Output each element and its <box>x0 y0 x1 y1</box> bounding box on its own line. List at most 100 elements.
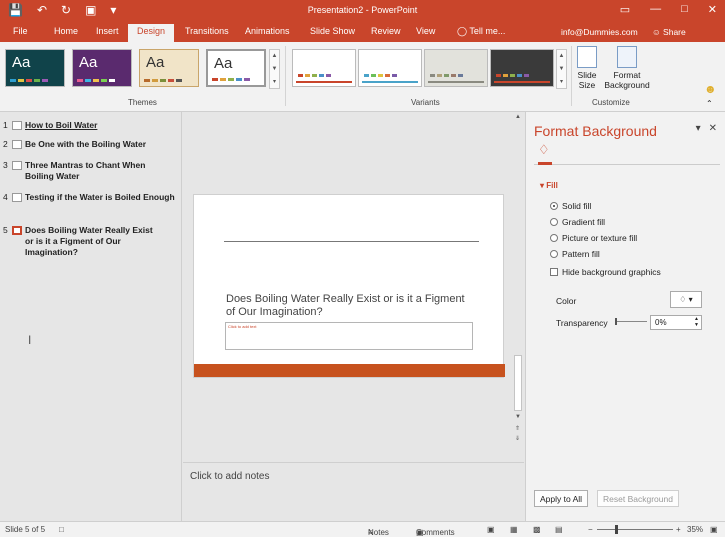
tab-home[interactable]: Home <box>54 26 78 36</box>
apply-to-all-button[interactable]: Apply to All <box>534 490 589 507</box>
theme-color-strip <box>10 79 48 82</box>
collapse-ribbon-icon[interactable]: ⌃ <box>706 99 713 108</box>
zoom-handle[interactable] <box>615 525 618 534</box>
slider-handle[interactable] <box>615 318 617 325</box>
notes-label: Notes <box>368 528 389 537</box>
pane-close-icon[interactable]: ✕ <box>709 123 717 134</box>
slide-icon <box>12 193 22 202</box>
theme-thumb-2[interactable]: Aa <box>72 49 132 87</box>
slide-size-button[interactable]: Slide Size <box>575 46 599 90</box>
pane-tab-divider <box>534 164 720 165</box>
spelling-icon[interactable]: □ <box>59 525 64 534</box>
zoom-slider[interactable] <box>597 525 673 534</box>
previous-slide-icon[interactable]: ⇑ <box>515 425 520 432</box>
maximize-icon[interactable]: □ <box>681 3 688 16</box>
customize-group-label: Customize <box>592 98 630 107</box>
zoom-level[interactable]: 35% <box>687 525 703 534</box>
fit-slide-icon[interactable]: ▣ <box>710 525 718 534</box>
normal-view-icon[interactable]: ▣ <box>487 525 495 534</box>
scroll-thumb[interactable] <box>514 355 522 411</box>
variant-thumb-4[interactable] <box>490 49 554 87</box>
next-slide-icon[interactable]: ⇓ <box>515 435 520 442</box>
tab-insert[interactable]: Insert <box>96 26 119 36</box>
variant-color-strip <box>364 74 397 77</box>
radio-solid-fill[interactable]: Solid fill <box>550 201 591 211</box>
color-picker-button[interactable]: ♢ ▾ <box>670 291 702 308</box>
slide-icon <box>12 140 22 149</box>
variant-accent-line <box>296 81 352 83</box>
outline-title: How to Boil Water <box>25 120 98 130</box>
zoom-in-icon[interactable]: + <box>676 525 681 534</box>
paint-bucket-icon: ♢ ▾ <box>679 295 693 304</box>
variant-thumb-2[interactable] <box>358 49 422 87</box>
slide-title[interactable]: Does Boiling Water Really Exist or is it… <box>226 293 466 319</box>
outline-title: Be One with the Boiling Water <box>25 139 147 149</box>
theme-thumb-4[interactable]: Aa <box>206 49 266 87</box>
subtitle-placeholder[interactable]: Click to add text <box>225 322 473 350</box>
minimize-icon[interactable]: — <box>650 3 661 16</box>
tab-file[interactable]: File <box>13 26 28 36</box>
variant-color-strip <box>430 74 463 77</box>
outline-title: Testing if the Water is Boiled Enough <box>25 192 175 202</box>
theme-thumb-3[interactable]: Aa <box>139 49 199 87</box>
close-icon[interactable]: ✕ <box>708 3 717 16</box>
outline-item[interactable]: 5 Does Boiling Water Really Exist or is … <box>3 225 157 258</box>
tell-me-box[interactable]: ◯ Tell me... <box>457 26 505 37</box>
spinner-arrows-icon[interactable]: ▲ ▼ <box>694 316 699 328</box>
variant-accent-line <box>494 81 550 83</box>
slide-size-label: Slide Size <box>577 70 597 90</box>
themes-scroll[interactable]: ▲ ▼ ▾ <box>269 49 280 89</box>
variant-thumb-3[interactable] <box>424 49 488 87</box>
outline-item[interactable]: 4 Testing if the Water is Boiled Enough <box>3 192 175 203</box>
outline-pane: 1 How to Boil Water 2 Be One with the Bo… <box>0 112 182 521</box>
outline-item[interactable]: 2 Be One with the Boiling Water <box>3 139 175 150</box>
variants-scroll[interactable]: ▲ ▼ ▾ <box>556 49 567 89</box>
fill-tab-indicator <box>538 162 552 165</box>
radio-label: Gradient fill <box>562 217 605 227</box>
slide-sorter-icon[interactable]: ▦ <box>510 525 518 534</box>
slide-canvas[interactable]: Does Boiling Water Really Exist or is it… <box>193 194 505 378</box>
format-background-label: Format Background <box>604 70 650 90</box>
slideshow-view-icon[interactable]: ▤ <box>555 525 563 534</box>
reading-view-icon[interactable]: ▩ <box>533 525 541 534</box>
share-button[interactable]: ☺ Share <box>652 27 686 37</box>
notes-pane[interactable]: Click to add notes <box>183 462 524 521</box>
tab-design[interactable]: Design <box>128 24 175 42</box>
hide-graphics-checkbox[interactable]: Hide background graphics <box>550 267 661 277</box>
radio-gradient-fill[interactable]: Gradient fill <box>550 217 605 227</box>
zoom-out-icon[interactable]: − <box>588 525 593 534</box>
slide-icon <box>12 226 22 235</box>
checkbox-box <box>550 268 558 276</box>
restore-ribbon-icon[interactable]: ▭ <box>620 3 630 16</box>
outline-item[interactable]: 3 Three Mantras to Chant When Boiling Wa… <box>3 160 175 182</box>
fill-bucket-icon[interactable]: ♢ <box>538 142 550 158</box>
theme-sample-text: Aa <box>12 54 31 71</box>
tab-slide-show[interactable]: Slide Show <box>310 26 355 36</box>
theme-thumb-1[interactable]: Aa <box>5 49 65 87</box>
scroll-up-icon[interactable]: ▲ <box>515 114 521 120</box>
transparency-slider[interactable] <box>615 318 647 325</box>
variant-thumb-1[interactable] <box>292 49 356 87</box>
tab-review[interactable]: Review <box>371 26 401 36</box>
reset-background-button[interactable]: Reset Background <box>597 490 679 507</box>
subtitle-placeholder-text: Click to add text <box>228 324 257 329</box>
transparency-spinner[interactable]: 0% ▲ ▼ <box>650 315 702 330</box>
outline-number: 4 <box>3 192 8 202</box>
fill-section-header[interactable]: ▾ Fill <box>540 181 558 190</box>
pane-options-icon[interactable]: ▾ <box>696 123 701 134</box>
tab-view[interactable]: View <box>416 26 435 36</box>
radio-pattern-fill[interactable]: Pattern fill <box>550 249 600 259</box>
account-name[interactable]: info@Dummies.com <box>561 27 638 37</box>
radio-dot <box>550 202 558 210</box>
smiley-feedback-icon[interactable]: ☻ <box>704 82 717 96</box>
pane-title: Format Background <box>534 123 657 139</box>
tab-animations[interactable]: Animations <box>245 26 290 36</box>
scroll-down-icon[interactable]: ▼ <box>515 414 521 420</box>
radio-picture-fill[interactable]: Picture or texture fill <box>550 233 637 243</box>
editor-scrollbar[interactable]: ▲ ▼ ⇑ ⇓ <box>513 112 523 462</box>
variant-color-strip <box>496 74 529 77</box>
outline-item[interactable]: 1 How to Boil Water <box>3 120 175 131</box>
variant-accent-line <box>362 81 418 83</box>
tab-transitions[interactable]: Transitions <box>185 26 229 36</box>
format-background-button[interactable]: Format Background <box>603 46 651 90</box>
